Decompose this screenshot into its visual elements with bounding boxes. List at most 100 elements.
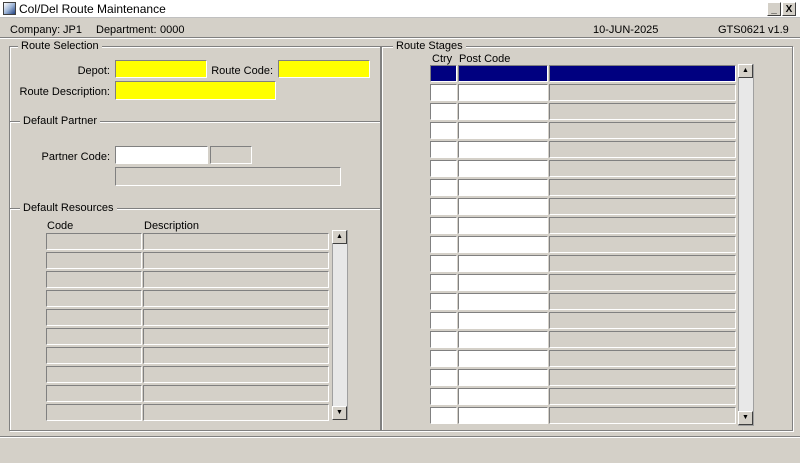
- stage-post-code-cell[interactable]: [458, 236, 548, 253]
- resources-scrollbar[interactable]: [332, 230, 348, 420]
- stage-ctry-cell[interactable]: [430, 141, 457, 158]
- stage-post-code-cell[interactable]: [458, 255, 548, 272]
- app-icon: [3, 2, 16, 15]
- stage-post-code-cell[interactable]: [458, 160, 548, 177]
- stage-description-cell: [549, 65, 736, 82]
- form-id: GTS0621: [718, 24, 766, 36]
- stage-description-cell: [549, 331, 736, 348]
- route-description-input[interactable]: [115, 81, 276, 100]
- stage-ctry-cell[interactable]: [430, 65, 457, 82]
- stage-description-cell: [549, 217, 736, 234]
- stage-post-code-cell[interactable]: [458, 350, 548, 367]
- resource-description-cell: [143, 233, 329, 250]
- depot-label: Depot:: [77, 65, 110, 77]
- default-partner-title: Default Partner: [20, 115, 100, 127]
- stage-description-cell: [549, 388, 736, 405]
- company-value: JP1: [63, 24, 82, 36]
- stage-ctry-cell[interactable]: [430, 84, 457, 101]
- department-value: 0000: [160, 24, 185, 36]
- stage-ctry-cell[interactable]: [430, 103, 457, 120]
- stage-description-cell: [549, 103, 736, 120]
- depot-input[interactable]: [115, 60, 207, 78]
- resource-code-cell[interactable]: [46, 328, 142, 345]
- stage-ctry-cell[interactable]: [430, 236, 457, 253]
- resource-description-cell: [143, 347, 329, 364]
- resource-code-cell[interactable]: [46, 290, 142, 307]
- stage-description-cell: [549, 312, 736, 329]
- stage-post-code-cell[interactable]: [458, 369, 548, 386]
- resource-code-cell[interactable]: [46, 252, 142, 269]
- current-date: 10-JUN-2025: [593, 24, 659, 36]
- post-code-header: Post Code: [459, 53, 511, 65]
- stage-ctry-cell[interactable]: [430, 217, 457, 234]
- form-version: v1.9: [768, 24, 789, 36]
- stage-description-cell: [549, 179, 736, 196]
- title-bar: Col/Del Route Maintenance _ X: [0, 0, 800, 18]
- stage-description-cell: [549, 350, 736, 367]
- stage-post-code-cell[interactable]: [458, 65, 548, 82]
- resource-code-cell[interactable]: [46, 271, 142, 288]
- stage-description-cell: [549, 160, 736, 177]
- stage-ctry-cell[interactable]: [430, 388, 457, 405]
- resource-description-cell: [143, 366, 329, 383]
- stage-description-cell: [549, 255, 736, 272]
- stage-description-cell: [549, 198, 736, 215]
- stage-ctry-cell[interactable]: [430, 312, 457, 329]
- resource-code-cell[interactable]: [46, 309, 142, 326]
- stage-description-cell: [549, 407, 736, 424]
- context-info-bar: Company: JP1 Department: 0000 10-JUN-202…: [0, 20, 800, 38]
- resources-scroll-down-button[interactable]: ▼: [332, 406, 347, 420]
- stage-ctry-cell[interactable]: [430, 274, 457, 291]
- minimize-button[interactable]: _: [767, 2, 781, 16]
- stage-post-code-cell[interactable]: [458, 84, 548, 101]
- default-resources-title: Default Resources: [20, 202, 117, 214]
- resource-description-cell: [143, 328, 329, 345]
- stage-ctry-cell[interactable]: [430, 331, 457, 348]
- stage-post-code-cell[interactable]: [458, 198, 548, 215]
- stage-ctry-cell[interactable]: [430, 160, 457, 177]
- stage-post-code-cell[interactable]: [458, 217, 548, 234]
- close-button[interactable]: X: [782, 2, 796, 16]
- resource-code-cell[interactable]: [46, 347, 142, 364]
- stage-post-code-cell[interactable]: [458, 141, 548, 158]
- resource-code-cell[interactable]: [46, 385, 142, 402]
- stages-scroll-down-button[interactable]: ▼: [738, 411, 753, 425]
- stage-ctry-cell[interactable]: [430, 369, 457, 386]
- resources-scroll-up-button[interactable]: ▲: [332, 230, 347, 244]
- resource-description-cell: [143, 309, 329, 326]
- resource-code-cell[interactable]: [46, 366, 142, 383]
- stage-ctry-cell[interactable]: [430, 350, 457, 367]
- stage-ctry-cell[interactable]: [430, 122, 457, 139]
- stage-post-code-cell[interactable]: [458, 407, 548, 424]
- stage-post-code-cell[interactable]: [458, 179, 548, 196]
- stage-post-code-cell[interactable]: [458, 122, 548, 139]
- resource-description-cell: [143, 404, 329, 421]
- resource-description-cell: [143, 252, 329, 269]
- partner-code-input[interactable]: [115, 146, 208, 164]
- status-bar: [0, 436, 800, 463]
- stage-post-code-cell[interactable]: [458, 331, 548, 348]
- stages-scrollbar[interactable]: [738, 64, 754, 426]
- partner-name-field: [115, 167, 341, 186]
- stage-description-cell: [549, 84, 736, 101]
- stages-scroll-up-button[interactable]: ▲: [738, 64, 753, 78]
- stage-post-code-cell[interactable]: [458, 312, 548, 329]
- resource-description-cell: [143, 271, 329, 288]
- stage-ctry-cell[interactable]: [430, 179, 457, 196]
- route-code-input[interactable]: [278, 60, 370, 78]
- resource-description-cell: [143, 385, 329, 402]
- stage-post-code-cell[interactable]: [458, 274, 548, 291]
- stage-post-code-cell[interactable]: [458, 293, 548, 310]
- stage-description-cell: [549, 236, 736, 253]
- resource-description-cell: [143, 290, 329, 307]
- stage-post-code-cell[interactable]: [458, 103, 548, 120]
- stage-ctry-cell[interactable]: [430, 407, 457, 424]
- department-label: Department:: [96, 24, 157, 36]
- stage-ctry-cell[interactable]: [430, 198, 457, 215]
- stage-ctry-cell[interactable]: [430, 293, 457, 310]
- route-description-label: Route Description:: [19, 86, 111, 98]
- stage-ctry-cell[interactable]: [430, 255, 457, 272]
- resource-code-cell[interactable]: [46, 233, 142, 250]
- stage-post-code-cell[interactable]: [458, 388, 548, 405]
- resource-code-cell[interactable]: [46, 404, 142, 421]
